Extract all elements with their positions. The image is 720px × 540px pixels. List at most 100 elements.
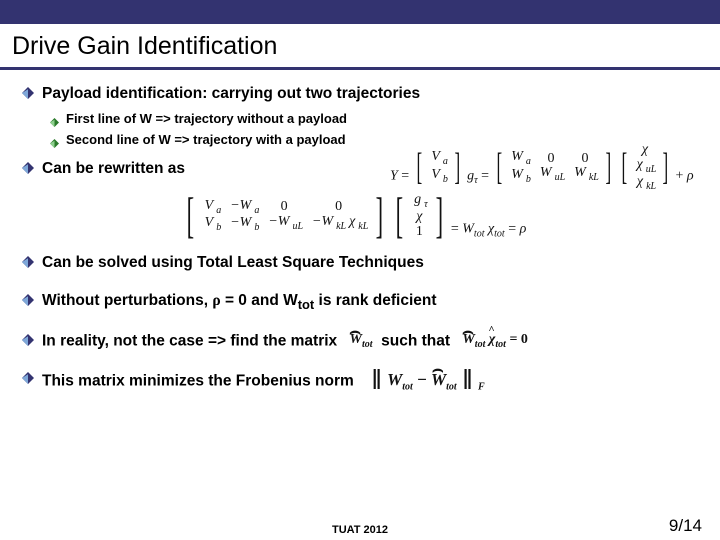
s: tot bbox=[475, 339, 486, 350]
bullet-text: In reality, not the case => find the mat… bbox=[42, 331, 528, 351]
s: uL bbox=[555, 172, 566, 183]
diamond-small-icon bbox=[50, 114, 59, 123]
v: W bbox=[508, 149, 526, 164]
v: 0 bbox=[262, 200, 306, 215]
s: a bbox=[526, 156, 531, 167]
v: V bbox=[428, 149, 443, 164]
v: W bbox=[462, 221, 474, 236]
footer-text: TUAT 2012 bbox=[0, 524, 720, 536]
v: W bbox=[571, 165, 589, 180]
t: Without perturbations, bbox=[42, 292, 212, 309]
s: kL bbox=[646, 181, 656, 192]
v: −W bbox=[227, 215, 254, 230]
equation-Wtot-hat: Wtot bbox=[349, 331, 372, 351]
bullet-text: Without perturbations, ρ = 0 and Wtot is… bbox=[42, 291, 437, 313]
diamond-small-icon bbox=[50, 135, 59, 144]
eq-sym: = bbox=[401, 168, 409, 183]
title-row: Drive Gain Identification bbox=[0, 24, 720, 70]
content-area: Payload identification: carrying out two… bbox=[0, 70, 720, 394]
v: χ bbox=[489, 332, 496, 347]
page-title: Drive Gain Identification bbox=[12, 32, 708, 61]
eq-sym: = bbox=[451, 221, 459, 236]
bullet-text: Payload identification: carrying out two… bbox=[42, 84, 420, 103]
s: tot bbox=[402, 382, 413, 393]
equation-homog: Wtot χtot = 0 bbox=[462, 331, 528, 351]
s: tot bbox=[494, 228, 505, 239]
bullet-text: Can be rewritten as bbox=[42, 159, 185, 178]
vector: [ gτ χ 1 ] bbox=[391, 193, 447, 240]
v: χ bbox=[634, 157, 646, 172]
t: In reality, not the case => find the mat… bbox=[42, 332, 337, 349]
v: χ bbox=[634, 174, 646, 189]
page-number: 9/14 bbox=[669, 516, 702, 536]
diamond-icon bbox=[22, 162, 34, 174]
s: a bbox=[216, 205, 221, 216]
v: ρ bbox=[687, 168, 694, 183]
v: V bbox=[202, 198, 217, 213]
v: W bbox=[537, 165, 555, 180]
sub-item: First line of W => trajectory without a … bbox=[50, 111, 700, 126]
t: = 0 and W bbox=[221, 292, 298, 309]
diamond-icon bbox=[22, 334, 34, 346]
s: b bbox=[526, 173, 531, 184]
s: b bbox=[216, 222, 221, 233]
v: 0 bbox=[534, 152, 568, 167]
diamond-icon bbox=[22, 294, 34, 306]
matrix: [ Wa Wb 0 WuL 0 WkL ] bbox=[493, 150, 615, 185]
diamond-icon bbox=[22, 256, 34, 268]
s: a bbox=[443, 156, 448, 167]
v: W bbox=[349, 332, 361, 347]
t: is rank deficient bbox=[314, 292, 436, 309]
v: ρ bbox=[520, 221, 527, 236]
v: 0 bbox=[568, 152, 602, 167]
rho-symbol: ρ bbox=[212, 292, 220, 309]
s: τ bbox=[474, 175, 478, 186]
v: −W bbox=[227, 198, 254, 213]
matrix: [ Va Vb −Wa −Wb 0 −WuL 0 −WkLχkL ] bbox=[182, 199, 388, 234]
v: W bbox=[462, 332, 474, 347]
s: τ bbox=[424, 199, 428, 210]
vector: [ χ χuL χkL ] bbox=[618, 143, 672, 192]
s: a bbox=[254, 205, 259, 216]
bullet-item: Payload identification: carrying out two… bbox=[22, 84, 700, 103]
s: tot bbox=[298, 297, 314, 312]
s: b bbox=[254, 222, 259, 233]
sub-text: First line of W => trajectory without a … bbox=[66, 111, 347, 126]
v: χ bbox=[631, 143, 660, 158]
s: uL bbox=[292, 221, 303, 232]
diamond-icon bbox=[22, 87, 34, 99]
v: −W bbox=[309, 214, 336, 229]
bullet-text: Can be solved using Total Least Square T… bbox=[42, 253, 424, 272]
s: tot bbox=[474, 228, 485, 239]
v: −W bbox=[265, 214, 292, 229]
diamond-icon bbox=[22, 372, 34, 384]
equation-rewritten: [ Va Vb −Wa −Wb 0 −WuL 0 −WkLχkL ] [ gτ bbox=[182, 193, 700, 240]
s: kL bbox=[358, 221, 368, 232]
equation-frobenius: Wtot − Wtot F bbox=[366, 369, 485, 394]
equation-Y: Y = [ VaVb ] gτ = [ Wa Wb 0 WuL 0 WkL ] bbox=[390, 143, 694, 192]
eq-sym: = bbox=[508, 221, 516, 236]
v: χ bbox=[408, 210, 431, 225]
v: V bbox=[428, 167, 443, 182]
v: 0 bbox=[306, 200, 371, 215]
v: V bbox=[202, 215, 217, 230]
s: tot bbox=[495, 339, 506, 350]
s: uL bbox=[646, 163, 657, 174]
v: W bbox=[508, 167, 526, 182]
bullet-item: In reality, not the case => find the mat… bbox=[22, 331, 700, 351]
s: b bbox=[443, 173, 448, 184]
s: kL bbox=[589, 172, 599, 183]
v: 1 bbox=[408, 225, 431, 240]
eq-sym: + bbox=[676, 168, 684, 183]
v: W bbox=[431, 370, 446, 389]
v: W bbox=[387, 370, 402, 389]
t: This matrix minimizes the Frobenius norm bbox=[42, 373, 354, 390]
eq-sym: = bbox=[481, 168, 489, 183]
bullet-text: This matrix minimizes the Frobenius norm… bbox=[42, 369, 485, 394]
s: kL bbox=[336, 221, 346, 232]
bullet-item: This matrix minimizes the Frobenius norm… bbox=[22, 369, 700, 394]
sub-text: Second line of W => trajectory with a pa… bbox=[66, 132, 346, 147]
bullet-item: Can be solved using Total Least Square T… bbox=[22, 253, 700, 272]
eq-sym: Y bbox=[390, 168, 398, 183]
eq-sym: − bbox=[413, 370, 431, 389]
